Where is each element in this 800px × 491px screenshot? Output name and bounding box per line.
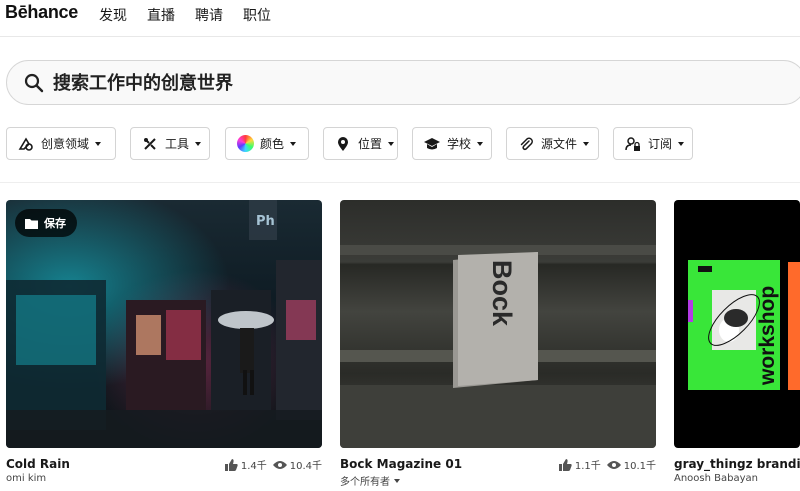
views-stat: 10.4千 <box>272 457 322 472</box>
paperclip-icon <box>517 135 535 153</box>
poster-text: workshop <box>756 286 779 386</box>
project-card: Ph 保存 Cold Rain 1.4千 10.4千 omi kim <box>6 200 322 484</box>
graduation-cap-icon <box>423 135 441 153</box>
search-bar[interactable] <box>6 60 800 105</box>
filter-label: 工具 <box>165 137 190 151</box>
views-count: 10.1千 <box>623 461 656 472</box>
chevron-down-icon <box>394 478 400 483</box>
chevron-down-icon <box>583 141 590 146</box>
creative-field-icon <box>17 135 35 153</box>
chevron-down-icon <box>95 141 102 146</box>
divider <box>0 182 800 183</box>
location-pin-icon <box>334 135 352 153</box>
filter-label: 创意领域 <box>41 137 90 151</box>
filter-location[interactable]: 位置 <box>323 127 398 160</box>
filter-school[interactable]: 学校 <box>412 127 492 160</box>
filter-label: 位置 <box>358 137 383 151</box>
chevron-down-icon <box>678 141 685 146</box>
tool-badge: Ph <box>256 214 275 229</box>
search-input[interactable] <box>53 70 753 96</box>
project-stats: 1.4千 10.4千 <box>224 457 322 472</box>
likes-count: 1.1千 <box>574 461 601 472</box>
filter-label: 颜色 <box>260 137 285 151</box>
top-nav: Bēhance 发现 直播 聘请 职位 <box>0 0 800 37</box>
save-button[interactable]: 保存 <box>15 209 77 237</box>
chevron-down-icon <box>477 141 484 146</box>
project-stats: 1.1千 10.1千 <box>558 457 656 472</box>
nav-link-jobs[interactable]: 职位 <box>243 5 271 25</box>
lock-user-icon <box>624 135 642 153</box>
eye-icon <box>272 460 287 469</box>
project-owner: 多个所有者 <box>340 477 390 488</box>
likes-stat: 1.1千 <box>558 457 601 472</box>
chevron-down-icon <box>290 141 297 146</box>
nav-link-discover[interactable]: 发现 <box>99 5 127 25</box>
project-card: workshop gray_thingz branding Anoosh Bab… <box>674 200 800 484</box>
nav-link-hire[interactable]: 聘请 <box>195 5 223 25</box>
nav-links: 发现 直播 聘请 职位 <box>99 5 271 25</box>
eye-icon <box>606 460 621 469</box>
search-icon <box>24 73 44 93</box>
filter-label: 源文件 <box>541 137 578 151</box>
thumbs-up-icon <box>558 458 572 471</box>
chevron-down-icon <box>195 141 202 146</box>
filter-label: 学校 <box>447 137 472 151</box>
cold-rain-illustration: Ph <box>6 200 322 448</box>
filter-creative-field[interactable]: 创意领域 <box>6 127 116 160</box>
likes-stat: 1.4千 <box>224 457 267 472</box>
project-title[interactable]: gray_thingz branding <box>674 457 800 471</box>
project-thumbnail[interactable]: Ph 保存 <box>6 200 322 448</box>
save-label: 保存 <box>44 217 66 230</box>
project-card: Bock Bock Magazine 01 1.1千 10.1千 多个所有者 <box>340 200 656 488</box>
nav-link-livestream[interactable]: 直播 <box>147 5 175 25</box>
project-owner[interactable]: omi kim <box>6 473 46 484</box>
project-title[interactable]: Bock Magazine 01 <box>340 457 462 471</box>
project-owner[interactable]: Anoosh Babayan <box>674 473 758 484</box>
views-stat: 10.1千 <box>606 457 656 472</box>
filter-label: 订阅 <box>648 137 673 151</box>
project-owners-dropdown[interactable]: 多个所有者 <box>340 473 400 488</box>
book-cover-text: Bock <box>487 260 517 327</box>
filter-subscription[interactable]: 订阅 <box>613 127 693 160</box>
bock-magazine-illustration: Bock <box>340 245 656 448</box>
likes-count: 1.4千 <box>240 461 267 472</box>
workshop-poster-illustration: workshop <box>688 260 800 390</box>
folder-icon <box>25 218 38 229</box>
project-title[interactable]: Cold Rain <box>6 457 70 471</box>
views-count: 10.4千 <box>289 461 322 472</box>
project-thumbnail[interactable]: workshop <box>674 200 800 448</box>
chevron-down-icon <box>388 141 395 146</box>
project-thumbnail[interactable]: Bock <box>340 200 656 448</box>
filter-source-files[interactable]: 源文件 <box>506 127 599 160</box>
tools-icon <box>141 135 159 153</box>
filter-tools[interactable]: 工具 <box>130 127 210 160</box>
filter-color[interactable]: 颜色 <box>225 127 309 160</box>
thumbs-up-icon <box>224 458 238 471</box>
behance-logo[interactable]: Bēhance <box>5 2 78 23</box>
color-wheel-icon <box>236 135 254 153</box>
